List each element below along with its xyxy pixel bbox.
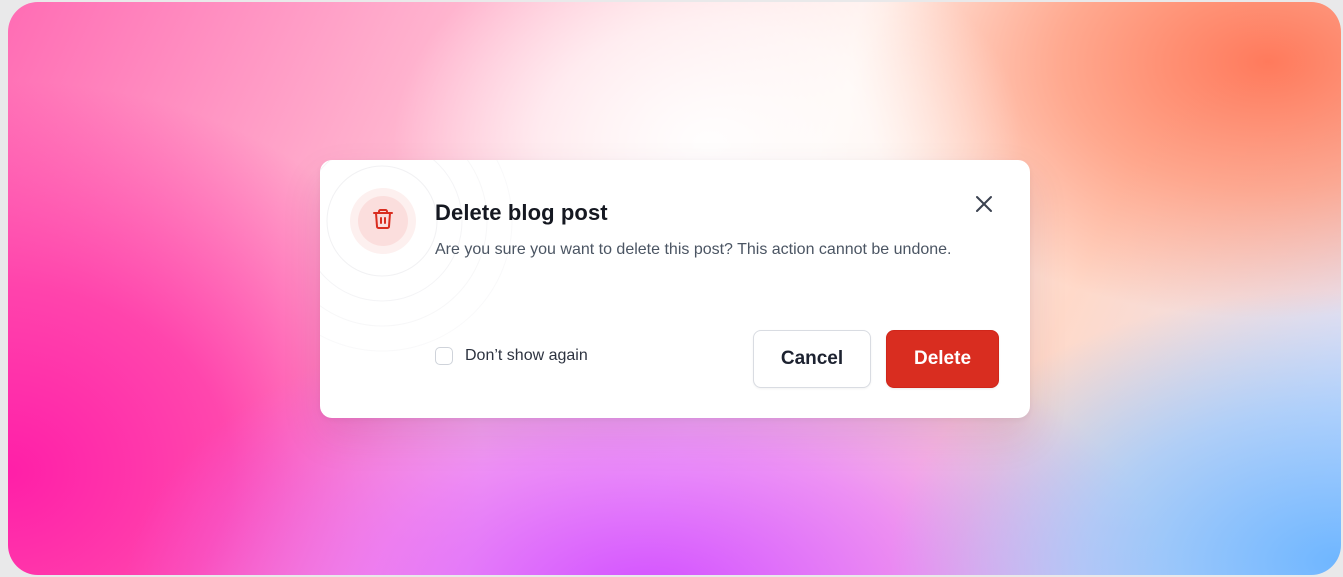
dialog-title: Delete blog post	[435, 200, 608, 225]
dont-show-again-checkbox[interactable]	[435, 347, 453, 365]
delete-confirmation-dialog: Delete blog post Are you sure you want t…	[320, 160, 1030, 418]
close-button[interactable]	[972, 194, 996, 218]
close-icon	[974, 194, 994, 219]
featured-icon-inner	[358, 196, 408, 246]
delete-button[interactable]: Delete	[886, 330, 999, 388]
dialog-message: Are you sure you want to delete this pos…	[435, 241, 952, 258]
background-canvas: Delete blog post Are you sure you want t…	[8, 2, 1341, 575]
cancel-button[interactable]: Cancel	[753, 330, 871, 388]
dont-show-again-label: Don’t show again	[465, 347, 588, 364]
featured-icon	[350, 188, 416, 254]
trash-icon	[371, 207, 395, 236]
dont-show-again-option[interactable]: Don’t show again	[435, 347, 588, 365]
